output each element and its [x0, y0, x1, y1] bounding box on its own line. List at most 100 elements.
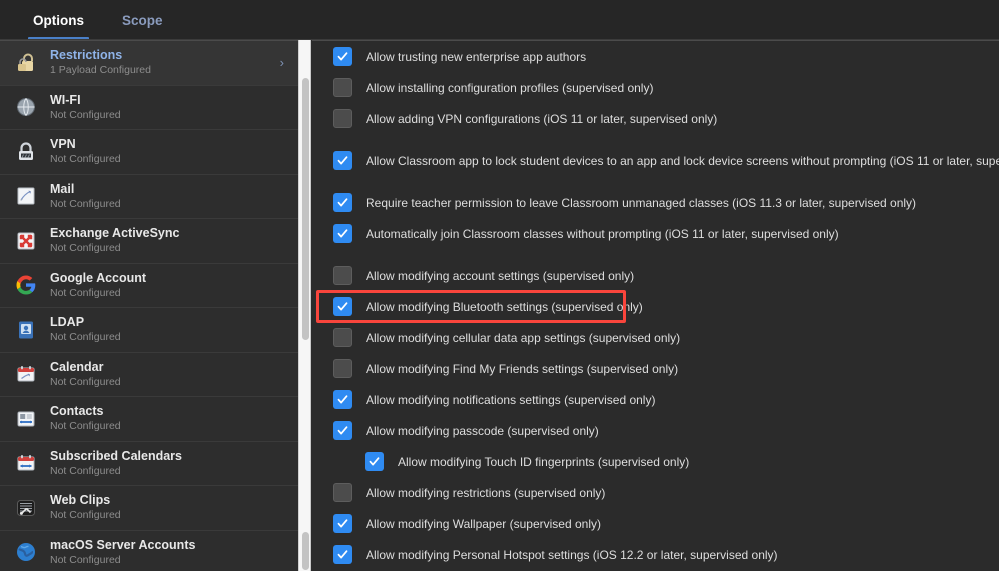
checkbox-checked-icon[interactable]: [333, 47, 352, 66]
checkbox-checked-icon[interactable]: [333, 224, 352, 243]
option-label: Allow modifying restrictions (supervised…: [366, 485, 606, 500]
option-row[interactable]: Allow modifying Wallpaper (supervised on…: [312, 508, 999, 539]
option-row[interactable]: Allow installing configuration profiles …: [312, 72, 999, 103]
sidebar-item-title: Restrictions: [50, 48, 123, 63]
tab-label: Options: [33, 12, 84, 28]
option-row[interactable]: Allow modifying restrictions (supervised…: [312, 477, 999, 508]
sidebar-item-restrictions[interactable]: Restrictions 1 Payload Configured ›: [0, 41, 298, 86]
option-row[interactable]: Allow trusting new enterprise app author…: [312, 41, 999, 72]
option-label: Require teacher permission to leave Clas…: [366, 195, 917, 210]
option-label: Allow adding VPN configurations (iOS 11 …: [366, 111, 718, 126]
option-row[interactable]: Allow modifying Touch ID fingerprints (s…: [312, 446, 999, 477]
option-row[interactable]: Allow modifying Personal Hotspot setting…: [312, 539, 999, 570]
checkbox-checked-icon[interactable]: [333, 390, 352, 409]
checkbox-checked-icon[interactable]: [333, 545, 352, 564]
sidebar-item-title: Mail: [50, 181, 75, 196]
checkbox-unchecked-icon[interactable]: [333, 328, 352, 347]
sidebar-item-title: VPN: [50, 137, 76, 152]
sidebar-item-web-clips[interactable]: Web Clips Not Configured: [0, 486, 298, 531]
option-label: Allow modifying notifications settings (…: [366, 392, 656, 407]
sidebar-item-text: WI-FI Not Configured: [50, 93, 121, 122]
sidebar-item-text: Google Account Not Configured: [50, 271, 146, 300]
wifi-globe-icon: [12, 94, 39, 121]
checkbox-unchecked-icon[interactable]: [333, 266, 352, 285]
exchange-activesync-icon: [12, 227, 39, 254]
option-row[interactable]: Allow adding VPN configurations (iOS 11 …: [312, 103, 999, 134]
option-row[interactable]: Allow modifying Find My Friends settings…: [312, 353, 999, 384]
web-clips-icon: [12, 494, 39, 521]
sidebar-scrollbar[interactable]: [298, 40, 311, 571]
chevron-right-icon[interactable]: ›: [280, 56, 288, 69]
sidebar-item-google-account[interactable]: Google Account Not Configured: [0, 264, 298, 308]
sidebar-item-vpn[interactable]: VPN Not Configured: [0, 130, 298, 175]
sidebar-item-status: Not Configured: [50, 197, 121, 210]
option-row[interactable]: Allow modifying notifications settings (…: [312, 384, 999, 415]
sidebar-item-wi-fi[interactable]: WI-FI Not Configured: [0, 86, 298, 130]
sidebar-item-macos-server-accounts[interactable]: macOS Server Accounts Not Configured: [0, 531, 298, 571]
checkbox-checked-icon[interactable]: [333, 421, 352, 440]
sidebar-item-subscribed-calendars[interactable]: Subscribed Calendars Not Configured: [0, 442, 298, 486]
option-row[interactable]: Allow modifying Bluetooth settings (supe…: [312, 291, 999, 322]
tab-scope[interactable]: Scope: [117, 0, 168, 40]
subscribed-calendars-icon: [12, 450, 39, 477]
macos-server-accounts-icon: [12, 539, 39, 566]
option-label: Allow modifying Bluetooth settings (supe…: [366, 299, 643, 314]
sidebar-item-text: macOS Server Accounts Not Configured: [50, 538, 195, 567]
option-row[interactable]: Allow modifying passcode (supervised onl…: [312, 415, 999, 446]
option-label: Automatically join Classroom classes wit…: [366, 226, 839, 241]
sidebar-item-text: LDAP Not Configured: [50, 315, 121, 344]
option-row[interactable]: Allow modifying cellular data app settin…: [312, 322, 999, 353]
option-row[interactable]: Automatically join Classroom classes wit…: [312, 218, 999, 249]
sidebar-item-text: Restrictions 1 Payload Configured: [50, 48, 151, 77]
sidebar-item-status: Not Configured: [50, 375, 121, 388]
google-account-icon: [12, 272, 39, 299]
payload-sidebar[interactable]: Restrictions 1 Payload Configured › WI-FI No…: [0, 40, 298, 571]
option-label: Allow installing configuration profiles …: [366, 80, 654, 95]
checkbox-checked-icon[interactable]: [333, 151, 352, 170]
sidebar-item-calendar[interactable]: Calendar Not Configured: [0, 353, 298, 397]
sidebar-item-title: WI-FI: [50, 92, 81, 107]
mail-icon: [12, 183, 39, 210]
sidebar-item-text: Mail Not Configured: [50, 182, 121, 211]
sidebar-item-text: Contacts Not Configured: [50, 404, 121, 433]
option-label: Allow modifying Find My Friends settings…: [366, 361, 679, 376]
option-label: Allow modifying passcode (supervised onl…: [366, 423, 599, 438]
option-row[interactable]: Require teacher permission to leave Clas…: [312, 187, 999, 218]
option-row[interactable]: Allow modifying account settings (superv…: [312, 260, 999, 291]
sidebar-item-text: Web Clips Not Configured: [50, 493, 121, 522]
checkbox-unchecked-icon[interactable]: [333, 78, 352, 97]
sidebar-item-ldap[interactable]: LDAP Not Configured: [0, 308, 298, 353]
sidebar-item-exchange-activesync[interactable]: Exchange ActiveSync Not Configured: [0, 219, 298, 264]
checkbox-unchecked-icon[interactable]: [333, 483, 352, 502]
restrictions-payload-window: Options Scope Restrictions 1 Payload Confi…: [0, 0, 999, 571]
sidebar-scrollbar-thumb-lower[interactable]: [302, 532, 309, 570]
tab-bar: Options Scope: [0, 0, 999, 40]
vpn-lock-icon: [12, 138, 39, 165]
sidebar-item-status: Not Configured: [50, 108, 121, 121]
calendar-icon: [12, 361, 39, 388]
checkbox-checked-icon[interactable]: [365, 452, 384, 471]
option-label: Allow modifying Touch ID fingerprints (s…: [398, 454, 690, 469]
restrictions-options-list[interactable]: Allow trusting new enterprise app author…: [312, 40, 999, 571]
sidebar-item-status: 1 Payload Configured: [50, 64, 151, 77]
checkbox-checked-icon[interactable]: [333, 193, 352, 212]
option-row[interactable]: Allow Classroom app to lock student devi…: [312, 145, 999, 176]
sidebar-item-title: Contacts: [50, 404, 104, 419]
sidebar-item-status: Not Configured: [50, 153, 121, 166]
checkbox-checked-icon[interactable]: [333, 514, 352, 533]
option-label: Allow trusting new enterprise app author…: [366, 49, 587, 64]
tab-options[interactable]: Options: [28, 0, 89, 40]
sidebar-scrollbar-thumb[interactable]: [302, 78, 309, 340]
tab-label: Scope: [122, 12, 163, 28]
sidebar-item-status: Not Configured: [50, 242, 121, 255]
option-label: Allow modifying account settings (superv…: [366, 268, 635, 283]
sidebar-item-mail[interactable]: Mail Not Configured: [0, 175, 298, 219]
checkbox-unchecked-icon[interactable]: [333, 359, 352, 378]
checkbox-checked-icon[interactable]: [333, 297, 352, 316]
sidebar-item-title: Exchange ActiveSync: [50, 226, 180, 241]
sidebar-item-status: Not Configured: [50, 286, 121, 299]
sidebar-item-contacts[interactable]: Contacts Not Configured: [0, 397, 298, 442]
checkbox-unchecked-icon[interactable]: [333, 109, 352, 128]
option-label: Allow modifying cellular data app settin…: [366, 330, 681, 345]
option-label: Allow modifying Personal Hotspot setting…: [366, 547, 778, 562]
